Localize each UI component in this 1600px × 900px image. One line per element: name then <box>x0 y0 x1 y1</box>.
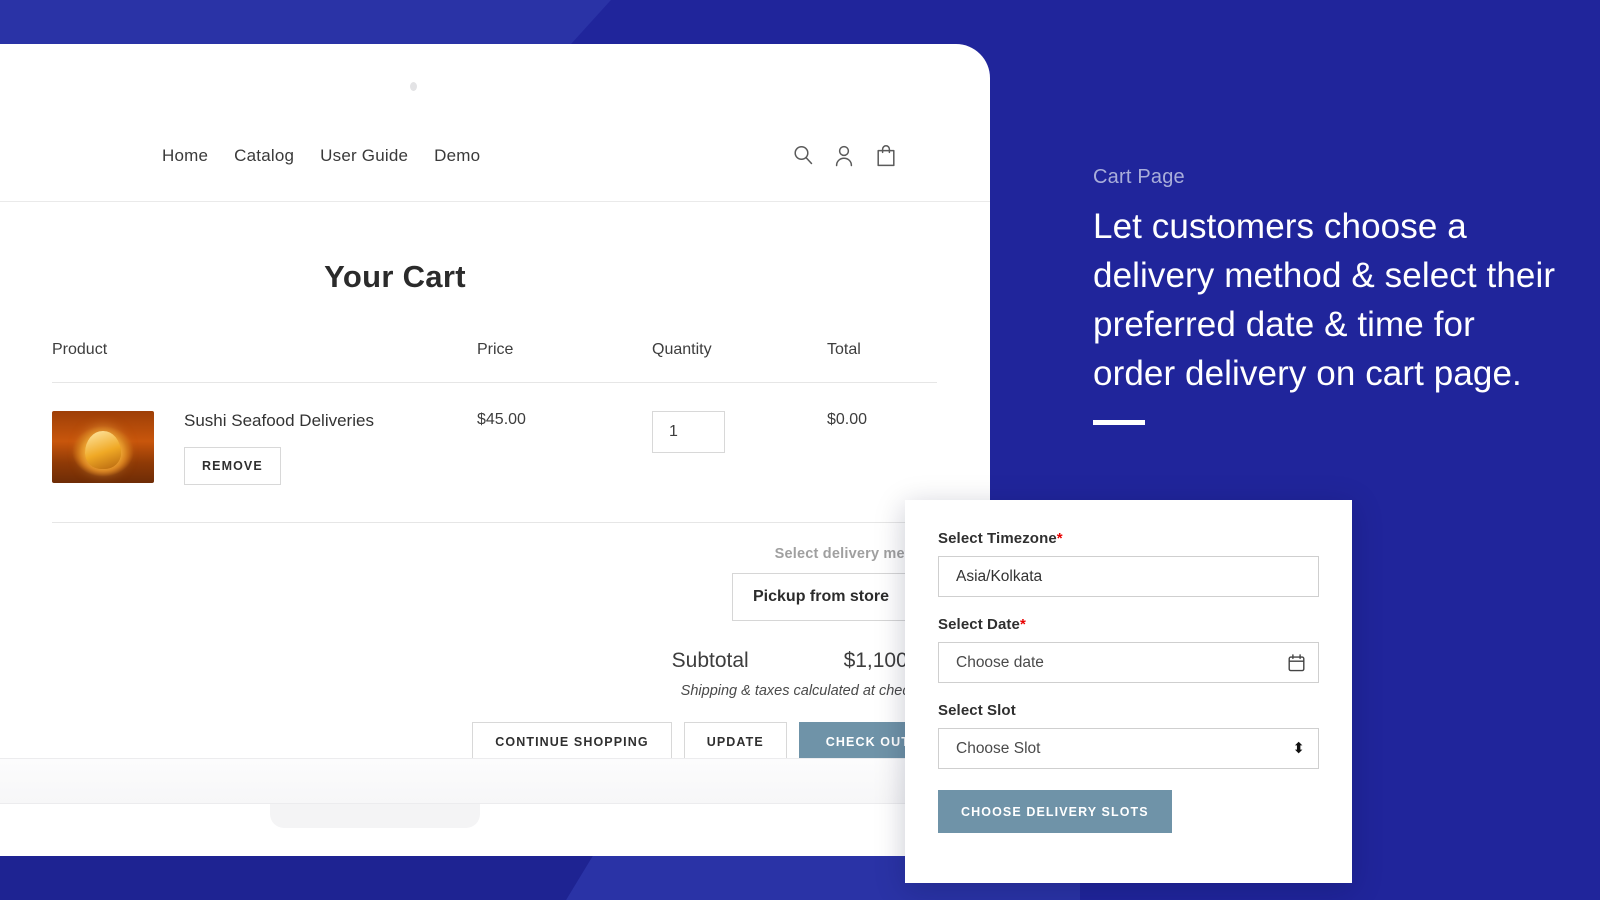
device-bottom-bezel <box>0 758 990 804</box>
subtotal-row: Subtotal $1,100.00 <box>52 649 937 673</box>
screenshot-root: Home Catalog User Guide Demo Your Cart P… <box>0 0 1600 900</box>
date-label: Select Date* <box>938 616 1319 633</box>
required-asterisk: * <box>1019 616 1026 633</box>
slot-label: Select Slot <box>938 702 1016 719</box>
cart-table-head: Product Price Quantity Total <box>52 341 937 383</box>
slot-select[interactable]: Choose Slot ⬍ <box>938 728 1319 769</box>
cart-table: Product Price Quantity Total Sushi Seafo… <box>52 341 937 486</box>
slot-field-group: Select Slot Choose Slot ⬍ <box>938 702 1319 769</box>
required-asterisk: * <box>1056 530 1063 547</box>
product-thumbnail[interactable] <box>52 411 154 483</box>
device-camera-dot <box>410 82 417 91</box>
cell-total: $0.00 <box>827 411 868 428</box>
delivery-method-value: Pickup from store <box>753 588 890 606</box>
remove-button[interactable]: REMOVE <box>184 447 281 486</box>
date-field-group: Select Date* Choose date <box>938 616 1319 683</box>
device-mockup: Home Catalog User Guide Demo Your Cart P… <box>0 44 990 856</box>
chevron-updown-icon: ⬍ <box>1292 740 1305 757</box>
cart-table-body: Sushi Seafood Deliveries REMOVE $45.00 $… <box>52 383 937 486</box>
date-input[interactable]: Choose date <box>938 642 1319 683</box>
account-icon[interactable] <box>834 144 856 168</box>
column-header-total: Total <box>827 341 937 383</box>
cell-product: Sushi Seafood Deliveries REMOVE <box>52 383 477 486</box>
nav-item-user-guide[interactable]: User Guide <box>320 146 408 166</box>
delivery-method-label: Select delivery method <box>774 546 937 563</box>
timezone-label: Select Timezone* <box>938 530 1319 547</box>
date-label-text: Select Date <box>938 616 1020 633</box>
timezone-field-group: Select Timezone* Asia/Kolkata <box>938 530 1319 597</box>
calendar-icon[interactable] <box>1288 653 1305 672</box>
continue-shopping-button[interactable]: CONTINUE SHOPPING <box>472 722 672 763</box>
timezone-input[interactable]: Asia/Kolkata <box>938 556 1319 597</box>
tax-note: Shipping & taxes calculated at checkout <box>680 683 937 700</box>
choose-delivery-slots-button[interactable]: CHOOSE DELIVERY SLOTS <box>938 790 1172 833</box>
update-button[interactable]: UPDATE <box>683 722 787 763</box>
search-icon[interactable] <box>792 144 814 168</box>
header-icon-group <box>792 144 898 168</box>
device-stand <box>270 804 480 828</box>
product-title[interactable]: Sushi Seafood Deliveries <box>184 411 374 431</box>
cart-table-header-row: Product Price Quantity Total <box>52 341 937 383</box>
promo-headline: Let customers choose a delivery method &… <box>1093 207 1556 393</box>
table-row: Sushi Seafood Deliveries REMOVE $45.00 $… <box>52 383 937 486</box>
cell-price: $45.00 <box>477 411 526 428</box>
nav-item-catalog[interactable]: Catalog <box>234 146 294 166</box>
main-navigation: Home Catalog User Guide Demo <box>162 146 480 166</box>
cart-footer: Select delivery method Pickup from store… <box>52 523 937 763</box>
date-placeholder: Choose date <box>956 653 1044 671</box>
column-header-quantity: Quantity <box>652 341 827 383</box>
promo-eyebrow: Cart Page <box>1093 166 1185 188</box>
promo-underline <box>1093 420 1145 425</box>
nav-item-home[interactable]: Home <box>162 146 208 166</box>
subtotal-label: Subtotal <box>671 649 749 673</box>
column-header-product: Product <box>52 341 477 383</box>
nav-item-demo[interactable]: Demo <box>434 146 480 166</box>
column-header-price: Price <box>477 341 652 383</box>
timezone-value: Asia/Kolkata <box>956 567 1043 585</box>
timezone-label-text: Select Timezone <box>938 530 1057 547</box>
cart-page-body: Your Cart Product Price Quantity Total S… <box>0 203 990 763</box>
cart-action-buttons: CONTINUE SHOPPING UPDATE CHECK OUT <box>52 722 937 763</box>
promo-panel: Cart Page Let customers choose a deliver… <box>1093 166 1563 425</box>
cell-quantity <box>652 383 827 486</box>
delivery-slots-modal: Select Timezone* Asia/Kolkata Select Dat… <box>905 500 1352 883</box>
slot-placeholder: Choose Slot <box>956 739 1041 757</box>
quantity-input[interactable] <box>652 411 725 453</box>
page-title: Your Cart <box>324 259 466 294</box>
site-header: Home Catalog User Guide Demo <box>0 110 990 202</box>
cart-icon[interactable] <box>876 144 898 168</box>
